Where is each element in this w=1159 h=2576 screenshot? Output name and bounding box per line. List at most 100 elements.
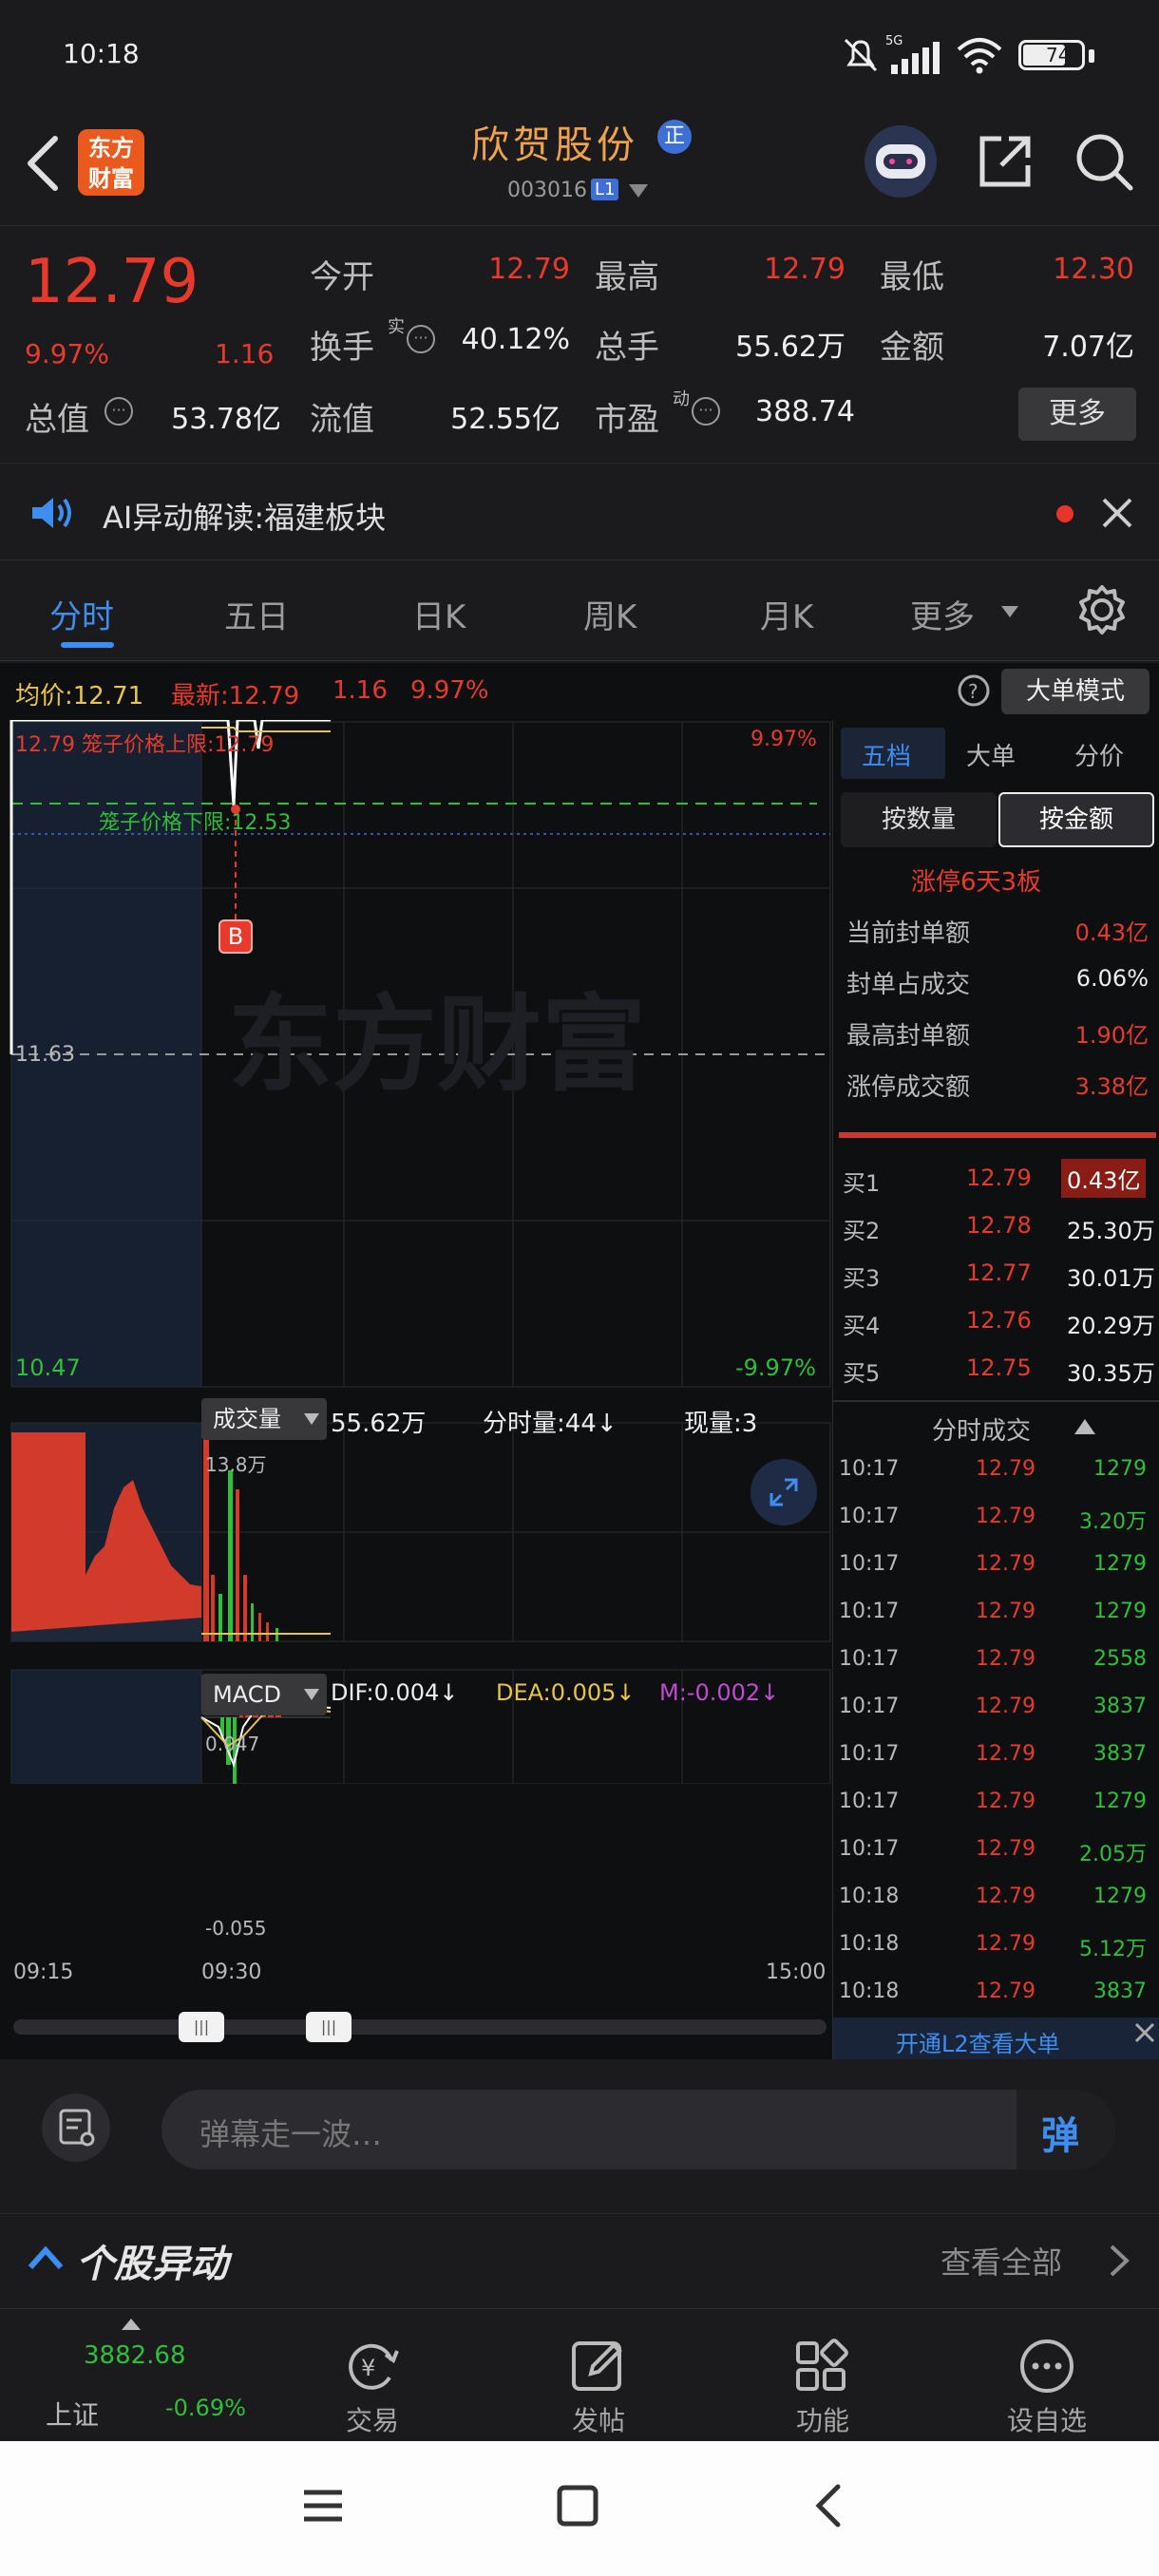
- change-percent: 9.97%: [25, 338, 109, 369]
- tab-intraday[interactable]: 分时: [49, 591, 114, 637]
- buy-marker[interactable]: B: [218, 919, 253, 954]
- anomaly-title: 个股异动: [76, 2243, 228, 2286]
- nav-trade[interactable]: ¥ 交易: [296, 2309, 448, 2442]
- label-float: 流值: [310, 401, 374, 439]
- tick-amount: 3837: [1093, 1979, 1147, 2003]
- danmu-settings-button[interactable]: [42, 2093, 110, 2162]
- bid-amount: 25.30万: [1067, 1218, 1155, 1244]
- tick-row: 10:17 12.79 2558: [833, 1638, 1159, 1685]
- label-pe: 市盈: [595, 401, 659, 439]
- tick-time: 10:17: [839, 1742, 900, 1766]
- view-all-link[interactable]: 查看全部: [940, 2239, 1062, 2282]
- battery-level: 74: [1046, 44, 1071, 66]
- more-button[interactable]: 更多: [1018, 388, 1136, 441]
- toggle-by-quantity[interactable]: 按数量: [841, 792, 997, 847]
- tab-weekly-k[interactable]: 周K: [583, 591, 636, 637]
- bid-amount: 20.29万: [1067, 1313, 1155, 1339]
- bottom-nav: 3882.68 上证 -0.69% ¥ 交易 发帖 功能 设自选: [0, 2308, 1159, 2441]
- code-dropdown-icon[interactable]: [629, 184, 648, 199]
- tick-time: 10:17: [839, 1695, 900, 1718]
- range-slider[interactable]: [13, 2019, 826, 2035]
- info-icon[interactable]: ···: [104, 397, 133, 426]
- tab-monthly-k[interactable]: 月K: [760, 591, 813, 637]
- nav-post[interactable]: 发帖: [522, 2309, 674, 2442]
- bid-row: 买1 12.79 0.43亿: [833, 1155, 1159, 1203]
- home-icon[interactable]: [555, 2483, 600, 2529]
- fullscreen-toggle[interactable]: [750, 1459, 817, 1525]
- close-icon[interactable]: [1100, 496, 1134, 530]
- tick-time: 10:17: [839, 1790, 900, 1813]
- limit-stat-value: 0.43亿: [1074, 919, 1149, 946]
- help-icon[interactable]: ?: [958, 674, 990, 707]
- range-handle-left[interactable]: |||: [179, 2012, 224, 2042]
- latest-price-label: 最新:12.79: [171, 682, 300, 710]
- chevron-up-icon[interactable]: [1074, 1419, 1095, 1434]
- tick-price: 12.79: [976, 1837, 1036, 1861]
- tick-price: 12.79: [976, 1600, 1036, 1623]
- nav-add-watchlist-label: 设自选: [1006, 2405, 1087, 2436]
- tab-five-level[interactable]: 五档: [862, 737, 911, 772]
- macd-axis-top: 0.047: [205, 1733, 260, 1755]
- grid-apps-icon: [796, 2339, 848, 2391]
- up-triangle-icon: [122, 2319, 141, 2330]
- signal-icon: [891, 42, 940, 74]
- big-order-mode-button[interactable]: 大单模式: [1001, 669, 1150, 714]
- macd-axis-bottom: -0.055: [205, 1917, 267, 1940]
- bid-row: 买5 12.75 30.35万: [833, 1345, 1159, 1392]
- time-axis-close: 15:00: [766, 1960, 826, 1984]
- share-icon[interactable]: [975, 131, 1036, 192]
- back-arrow-icon[interactable]: [21, 133, 63, 194]
- bid-row: 买4 12.76 20.29万: [833, 1297, 1159, 1345]
- volume-selector[interactable]: 成交量: [201, 1398, 327, 1440]
- close-icon[interactable]: [1133, 2021, 1156, 2044]
- tick-amount: 1279: [1093, 1552, 1147, 1576]
- tick-price: 12.79: [976, 1505, 1036, 1528]
- l2-promo-text: 开通L2查看大单: [896, 2031, 1060, 2057]
- l2-promo-banner[interactable]: 开通L2查看大单: [833, 2017, 1159, 2059]
- limit-stat-value: 3.38亿: [1074, 1073, 1149, 1100]
- limit-stat-value: 1.90亿: [1074, 1022, 1149, 1049]
- tab-price-dist[interactable]: 分价: [1074, 737, 1124, 772]
- value-pe: 388.74: [755, 395, 855, 428]
- tick-time: 10:18: [839, 1932, 900, 1956]
- bid-price: 12.76: [966, 1307, 1032, 1334]
- nav-add-watchlist[interactable]: 设自选: [971, 2309, 1123, 2442]
- tick-amount: 2558: [1093, 1647, 1147, 1671]
- label-amount: 金额: [880, 329, 944, 367]
- chevron-up-icon[interactable]: [27, 2243, 65, 2271]
- bid-price: 12.78: [966, 1212, 1032, 1239]
- toggle-by-amount[interactable]: 按金额: [998, 792, 1154, 847]
- nav-functions[interactable]: 功能: [747, 2309, 899, 2442]
- tick-price: 12.79: [976, 1647, 1036, 1671]
- back-icon[interactable]: [809, 2483, 847, 2529]
- range-handle-right[interactable]: |||: [306, 2012, 352, 2042]
- value-low: 12.30: [1053, 253, 1134, 286]
- danmu-input[interactable]: 弹幕走一波… 弹: [162, 2090, 1115, 2169]
- macd-selector[interactable]: MACD: [201, 1674, 327, 1715]
- value-high: 12.79: [764, 253, 846, 286]
- watermark: 东方财富: [228, 984, 646, 1106]
- search-icon[interactable]: [1072, 129, 1136, 194]
- chevron-down-icon: [1001, 606, 1018, 617]
- chart-area: 均价:12.71 最新:12.79 1.16 9.97% ? 大单模式 东方财富…: [0, 663, 1159, 2059]
- info-icon[interactable]: ···: [407, 325, 435, 353]
- tick-row: 10:17 12.79 1279: [833, 1448, 1159, 1495]
- settings-gear-icon[interactable]: [1075, 583, 1129, 636]
- danmu-send-button[interactable]: 弹: [1016, 2090, 1115, 2169]
- value-volume: 55.62万: [735, 331, 846, 364]
- tab-big-order[interactable]: 大单: [966, 737, 1016, 772]
- index-ticker[interactable]: 3882.68 上证 -0.69%: [0, 2309, 285, 2442]
- tab-more[interactable]: 更多: [910, 591, 975, 637]
- ai-assistant-avatar[interactable]: [864, 125, 937, 198]
- avg-price-label: 均价:12.71: [15, 682, 144, 710]
- tick-price: 12.79: [976, 1695, 1036, 1718]
- tab-five-day[interactable]: 五日: [224, 591, 289, 637]
- tab-daily-k[interactable]: 日K: [412, 591, 466, 637]
- logo-text-bottom: 财富: [88, 165, 134, 192]
- tick-row: 10:17 12.79 1279: [833, 1780, 1159, 1828]
- ai-anomaly-bar[interactable]: AI异动解读:福建板块: [0, 465, 1159, 560]
- menu-icon[interactable]: [300, 2483, 346, 2529]
- bid-label: 买5: [843, 1360, 881, 1387]
- latest-pct: 9.97%: [410, 676, 489, 705]
- info-icon[interactable]: ···: [692, 397, 720, 426]
